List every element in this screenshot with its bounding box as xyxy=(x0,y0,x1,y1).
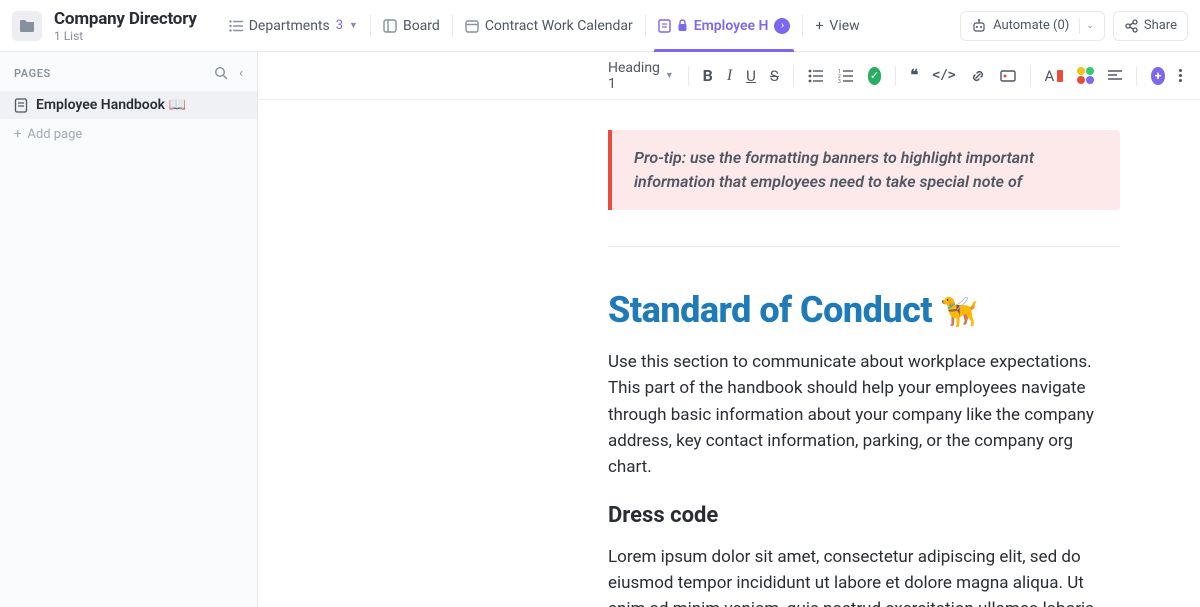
section-heading[interactable]: Standard of Conduct 🦮 xyxy=(608,289,1120,331)
automate-label: Automate (0) xyxy=(993,18,1069,33)
sidebar-item-handbook[interactable]: Employee Handbook 📖 xyxy=(0,91,257,119)
folder-icon xyxy=(12,11,42,41)
bulleted-list-button[interactable] xyxy=(808,69,824,83)
sidebar-pages-label: PAGES xyxy=(14,67,51,80)
subsection-paragraph[interactable]: Lorem ipsum dolor sit amet, consectetur … xyxy=(608,544,1120,607)
document-body: Pro-tip: use the formatting banners to h… xyxy=(258,100,1200,607)
color-palette-button[interactable] xyxy=(1077,67,1094,84)
editor-toolbar: Heading 1 ▼ B I U S 123 ✓ ❝ </> xyxy=(258,52,1200,100)
pro-tip-banner: Pro-tip: use the formatting banners to h… xyxy=(608,130,1120,210)
heading-text: Standard of Conduct xyxy=(608,289,932,331)
page-subtitle: 1 List xyxy=(54,29,197,43)
collapse-icon[interactable]: ‹ xyxy=(239,66,243,81)
heading-label: Heading 1 xyxy=(608,60,660,92)
more-options-button[interactable] xyxy=(1179,69,1182,82)
subsection-heading[interactable]: Dress code xyxy=(608,503,1120,528)
italic-button[interactable]: I xyxy=(727,67,732,85)
svg-text:3: 3 xyxy=(838,79,841,83)
plus-icon: + xyxy=(14,127,21,142)
main-content: Heading 1 ▼ B I U S 123 ✓ ❝ </> xyxy=(258,52,1200,607)
view-label: Board xyxy=(403,18,440,34)
caret-down-icon: ▼ xyxy=(349,20,358,31)
banner-text: Pro-tip: use the formatting banners to h… xyxy=(634,146,1098,194)
view-label: Contract Work Calendar xyxy=(485,18,633,34)
sidebar: PAGES ‹ Employee Handbook 📖 + Add page xyxy=(0,52,258,607)
insert-button[interactable]: + xyxy=(1151,67,1165,85)
toolbar-separator xyxy=(688,66,689,86)
view-label: Departments xyxy=(249,18,330,34)
page-title: Company Directory xyxy=(54,9,197,29)
search-icon[interactable] xyxy=(214,66,229,81)
sidebar-header: PAGES ‹ xyxy=(0,66,257,91)
share-icon xyxy=(1124,19,1138,33)
doc-icon xyxy=(658,19,671,33)
inline-separator xyxy=(1079,18,1080,34)
share-label: Share xyxy=(1144,18,1177,33)
color-swatch xyxy=(1057,70,1063,82)
sidebar-item-label: Employee Handbook 📖 xyxy=(36,97,186,113)
toolbar-separator xyxy=(895,66,896,86)
numbered-list-button[interactable]: 123 xyxy=(838,69,854,83)
toolbar-separator xyxy=(1030,66,1031,86)
plus-icon: + xyxy=(815,18,823,34)
view-contract-calendar[interactable]: Contract Work Calendar xyxy=(453,0,645,52)
arrow-right-icon: › xyxy=(774,18,790,34)
body-container: PAGES ‹ Employee Handbook 📖 + Add page H… xyxy=(0,52,1200,607)
add-page-button[interactable]: + Add page xyxy=(0,119,257,150)
underline-button[interactable]: U xyxy=(746,67,756,85)
heading-emoji: 🦮 xyxy=(941,295,978,330)
bold-button[interactable]: B xyxy=(703,66,713,85)
text-color-button[interactable]: A xyxy=(1045,67,1064,85)
view-label: Employee H xyxy=(694,18,769,34)
doc-icon xyxy=(14,98,28,113)
align-button[interactable] xyxy=(1108,70,1122,82)
list-icon xyxy=(229,20,243,32)
views-bar: Departments 3 ▼ Board Contract Work Cale… xyxy=(217,0,954,52)
caret-down-icon: ▼ xyxy=(665,70,674,81)
lock-icon xyxy=(677,19,688,32)
title-block: Company Directory 1 List xyxy=(54,9,197,43)
top-bar: Company Directory 1 List Departments 3 ▼… xyxy=(0,0,1200,52)
quote-button[interactable]: ❝ xyxy=(910,66,918,85)
banner-button[interactable] xyxy=(1000,69,1016,83)
view-count: 3 xyxy=(336,18,343,33)
header-actions: Automate (0) ⌄ Share xyxy=(960,11,1188,41)
robot-icon xyxy=(971,18,987,34)
chevron-down-icon[interactable]: ⌄ xyxy=(1086,21,1094,31)
add-view-button[interactable]: + View xyxy=(803,0,871,52)
horizontal-rule xyxy=(608,246,1120,247)
view-label: View xyxy=(829,18,859,34)
section-paragraph[interactable]: Use this section to communicate about wo… xyxy=(608,349,1120,481)
heading-dropdown[interactable]: Heading 1 ▼ xyxy=(608,60,674,92)
code-button[interactable]: </> xyxy=(932,68,955,83)
board-icon xyxy=(383,19,397,33)
share-button[interactable]: Share xyxy=(1113,11,1188,41)
view-departments[interactable]: Departments 3 ▼ xyxy=(217,0,370,52)
checklist-button[interactable]: ✓ xyxy=(868,67,882,85)
view-board[interactable]: Board xyxy=(371,0,452,52)
view-employee-handbook[interactable]: Employee H › xyxy=(646,0,803,52)
toolbar-separator xyxy=(1136,66,1137,86)
toolbar-separator xyxy=(793,66,794,86)
automate-button[interactable]: Automate (0) ⌄ xyxy=(960,11,1105,41)
add-page-label: Add page xyxy=(27,127,82,142)
calendar-icon xyxy=(465,19,479,33)
strike-button[interactable]: S xyxy=(770,67,779,85)
link-button[interactable] xyxy=(970,68,986,84)
